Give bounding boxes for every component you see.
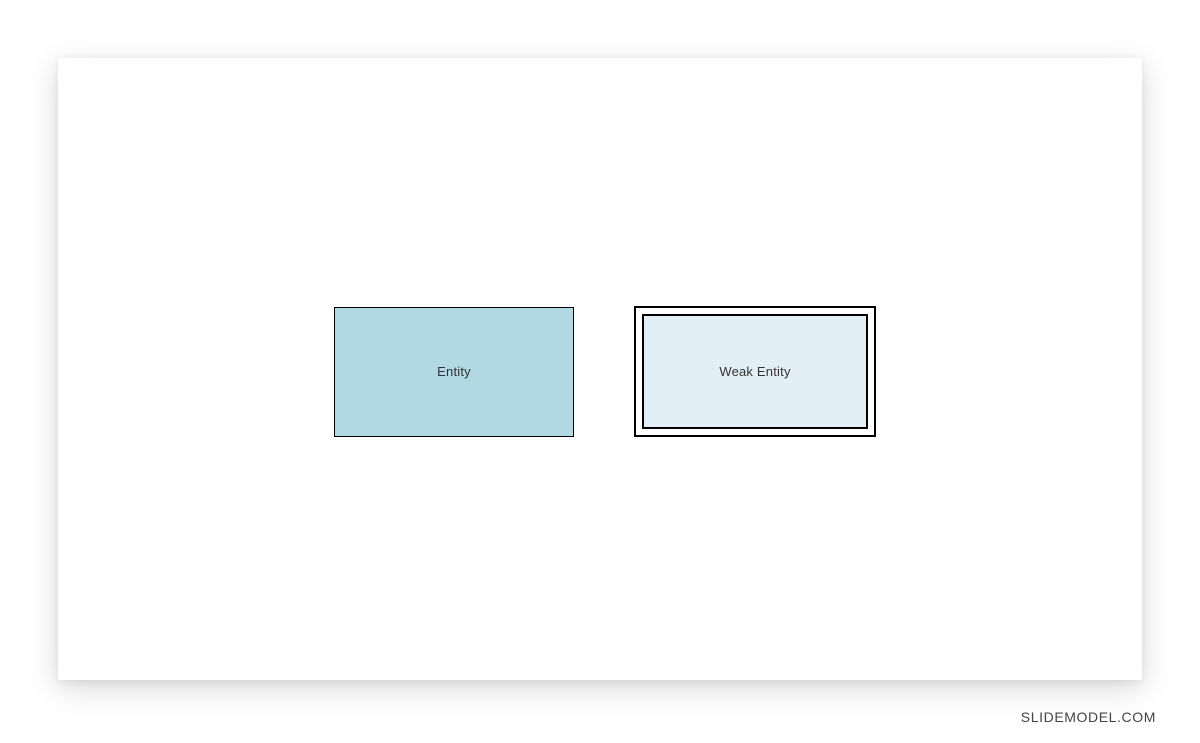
entity-shape: Entity [334, 307, 574, 437]
weak-entity-label: Weak Entity [719, 364, 790, 379]
weak-entity-shape: Weak Entity [634, 306, 876, 437]
weak-entity-inner: Weak Entity [642, 314, 868, 429]
watermark-text: SLIDEMODEL.COM [1021, 709, 1156, 725]
slide-canvas: Entity Weak Entity [58, 58, 1142, 680]
entity-label: Entity [437, 364, 471, 379]
diagram-container: Entity Weak Entity [334, 306, 876, 437]
